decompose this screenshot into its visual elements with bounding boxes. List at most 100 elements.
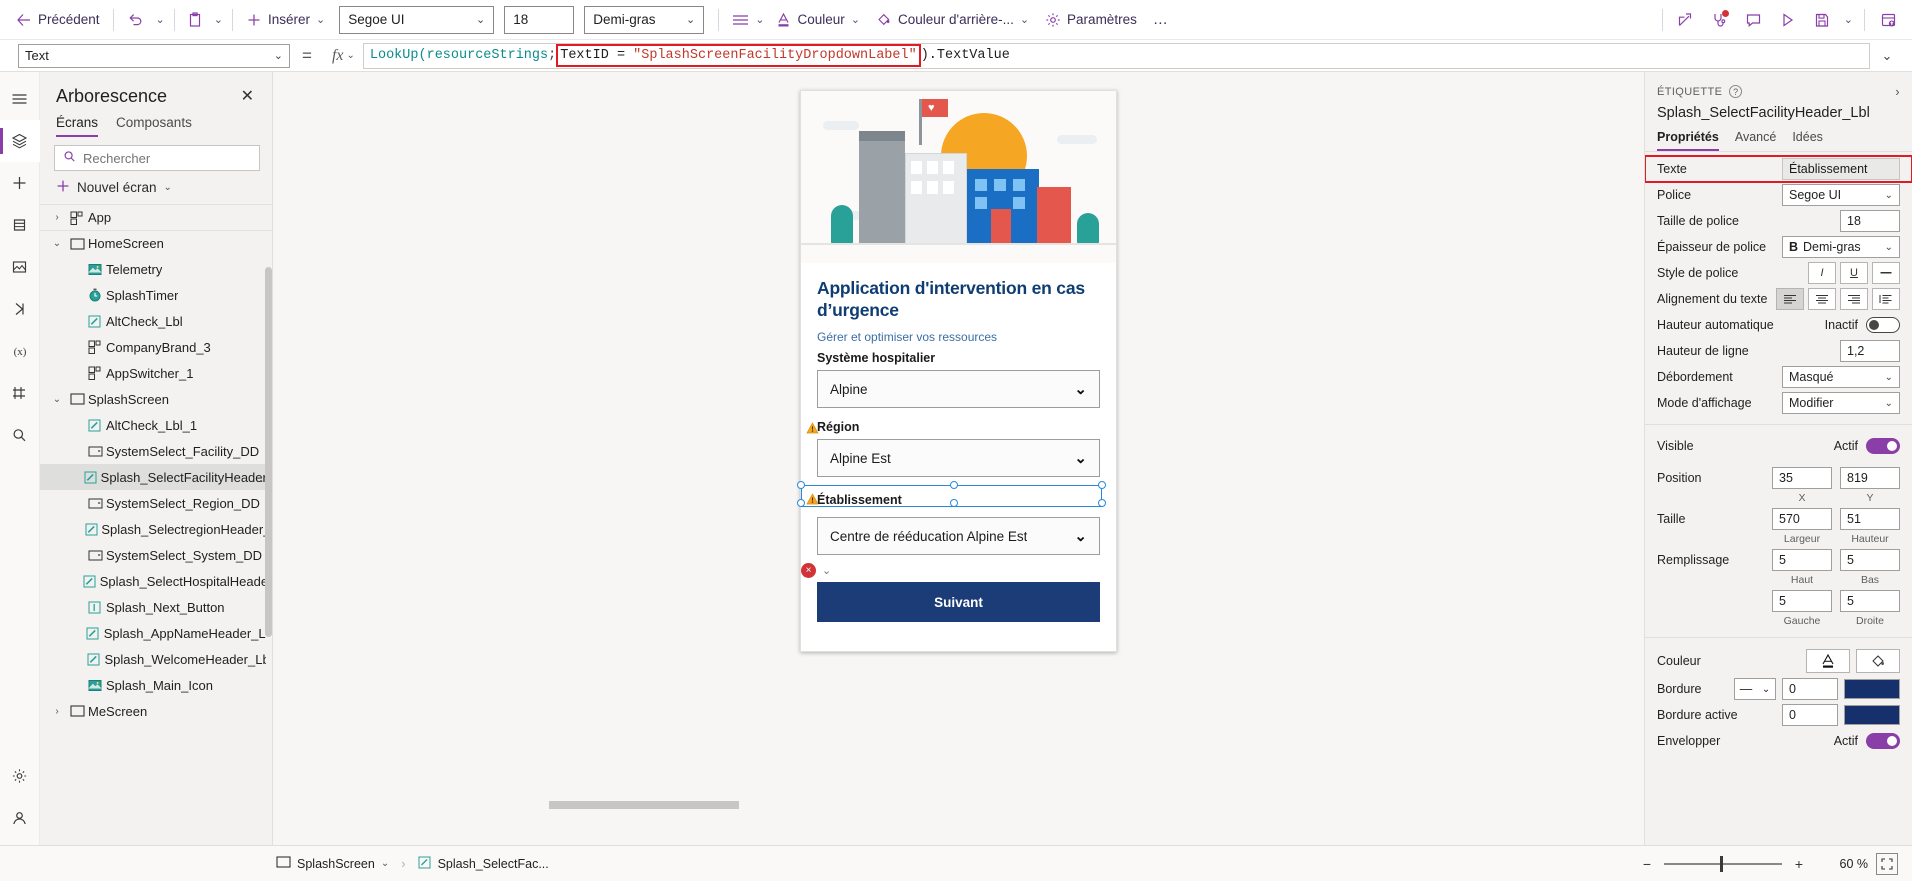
tab-composants[interactable]: Composants — [116, 115, 192, 137]
tree-item-telemetry[interactable]: Telemetry — [40, 256, 272, 282]
chevron-down-icon[interactable]: ⌄ — [822, 564, 831, 577]
dropdown-region[interactable]: Alpine Est ⌄ — [817, 439, 1100, 477]
tree-item-altcheck-lbl-1[interactable]: AltCheck_Lbl_1 — [40, 412, 272, 438]
border-active-width-input[interactable]: 0 — [1782, 704, 1838, 726]
align-justify-icon[interactable] — [1872, 288, 1900, 310]
formula-expand-button[interactable]: ⌄ — [1870, 48, 1904, 64]
tree-item-companybrand-3[interactable]: CompanyBrand_3 — [40, 334, 272, 360]
resize-handle-bl[interactable] — [797, 499, 805, 507]
tree-item-splashscreen[interactable]: ⌄ SplashScreen — [40, 386, 272, 412]
tree-item-homescreen[interactable]: ⌄ HomeScreen — [40, 230, 272, 256]
zoom-slider[interactable] — [1664, 855, 1782, 872]
property-font-select[interactable]: Segoe UI ⌄ — [1782, 184, 1900, 206]
fit-screen-icon[interactable] — [1876, 852, 1898, 875]
padding-top-input[interactable]: 5 — [1772, 549, 1832, 571]
resize-handle-tc[interactable] — [950, 481, 958, 489]
tree-item-systemselect-facility-dd[interactable]: SystemSelect_Facility_DD — [40, 438, 272, 464]
property-text-value[interactable]: Établissement — [1782, 158, 1900, 180]
overflow-button[interactable]: … — [1145, 5, 1177, 35]
chevron-right-icon[interactable]: › — [48, 212, 66, 223]
canvas-scrollbar-thumb[interactable] — [549, 801, 739, 809]
size-width-input[interactable]: 570 — [1772, 508, 1832, 530]
rail-item-variables[interactable]: (x) — [0, 330, 40, 372]
publish-icon[interactable] — [1872, 5, 1904, 35]
chevron-down-icon[interactable]: ⌄ — [381, 858, 389, 869]
rail-item-data[interactable] — [0, 204, 40, 246]
canvas-horizontal-scrollbar[interactable] — [549, 801, 1372, 809]
rail-item-tree-view[interactable] — [0, 120, 40, 162]
zoom-in-button[interactable]: + — [1790, 856, 1808, 872]
breadcrumb-screen[interactable]: SplashScreen ⌄ — [268, 853, 397, 874]
property-font-size-value[interactable]: 18 — [1840, 210, 1900, 232]
tree-item-splash-selectregionheader-lbl[interactable]: Splash_SelectregionHeader_Lbl — [40, 516, 272, 542]
border-style-select[interactable]: — ⌄ — [1734, 678, 1776, 700]
resize-handle-tr[interactable] — [1098, 481, 1106, 489]
property-font-weight-select[interactable]: B Demi-gras ⌄ — [1782, 236, 1900, 258]
strikethrough-icon[interactable]: — — [1872, 262, 1900, 284]
property-select[interactable]: Text ⌄ — [18, 43, 290, 68]
preview-play-icon[interactable] — [1772, 5, 1804, 35]
wrap-toggle[interactable] — [1866, 733, 1900, 749]
text-color-icon[interactable] — [1806, 649, 1850, 673]
save-icon[interactable] — [1806, 5, 1838, 35]
chevron-right-icon[interactable]: › — [1895, 84, 1900, 99]
border-active-color-swatch[interactable] — [1844, 705, 1900, 725]
fill-color-icon[interactable] — [1856, 649, 1900, 673]
new-screen-button[interactable]: Nouvel écran ⌄ — [40, 175, 272, 204]
border-width-input[interactable]: 0 — [1782, 678, 1838, 700]
app-screen-preview[interactable]: ♥ Application d'intervention en cas d’ur… — [797, 90, 1117, 652]
property-line-height-value[interactable]: 1,2 — [1840, 340, 1900, 362]
font-weight-select[interactable]: Demi-gras ⌄ — [584, 5, 705, 34]
zoom-slider-handle[interactable] — [1720, 855, 1723, 872]
chevron-right-icon[interactable]: › — [48, 706, 66, 717]
undo-button[interactable] — [119, 5, 152, 35]
tree-item-altcheck-lbl[interactable]: AltCheck_Lbl — [40, 308, 272, 334]
rail-item-insert[interactable] — [0, 162, 40, 204]
breadcrumb-control[interactable]: Splash_SelectFac... — [410, 853, 557, 875]
rail-item-settings[interactable] — [0, 755, 40, 797]
underline-icon[interactable]: U — [1840, 262, 1868, 284]
close-icon[interactable]: ✕ — [237, 87, 258, 107]
tree-item-splash-selectfacilityheader-lbl[interactable]: Splash_SelectFacilityHeader_Lbl… — [40, 464, 272, 490]
insert-button[interactable]: Insérer ⌄ — [238, 5, 333, 35]
tab-proprietes[interactable]: Propriétés — [1657, 130, 1719, 151]
rail-item-media[interactable] — [0, 246, 40, 288]
comments-icon[interactable] — [1738, 5, 1770, 35]
position-x-input[interactable]: 35 — [1772, 467, 1832, 489]
resize-handle-tl[interactable] — [797, 481, 805, 489]
formula-input[interactable]: LookUp(resourceStrings; TextID = "Splash… — [362, 42, 1870, 69]
align-left-icon[interactable] — [1776, 288, 1804, 310]
property-overflow-select[interactable]: Masqué ⌄ — [1782, 366, 1900, 388]
tree-item-systemselect-system-dd[interactable]: SystemSelect_System_DD — [40, 542, 272, 568]
border-color-swatch[interactable] — [1844, 679, 1900, 699]
chevron-down-icon[interactable]: ⌄ — [48, 394, 66, 405]
error-badge[interactable]: × — [801, 563, 816, 578]
search-input[interactable] — [83, 150, 259, 166]
tree-item-appswitcher-1[interactable]: AppSwitcher_1 — [40, 360, 272, 386]
align-center-icon[interactable] — [1808, 288, 1836, 310]
text-color-button[interactable]: Couleur ⌄ — [768, 5, 868, 35]
tab-idees[interactable]: Idées — [1792, 130, 1823, 151]
tree-item-splash-next-button[interactable]: Splash_Next_Button — [40, 594, 272, 620]
padding-left-input[interactable]: 5 — [1772, 590, 1832, 612]
rail-item-components[interactable] — [0, 372, 40, 414]
tree-item-splash-main-icon[interactable]: Splash_Main_Icon — [40, 672, 272, 698]
tree-item-systemselect-region-dd[interactable]: SystemSelect_Region_DD — [40, 490, 272, 516]
back-button[interactable]: Précédent — [8, 5, 108, 35]
fill-color-button[interactable]: Couleur d'arrière-... ⌄ — [868, 5, 1037, 35]
tree-item-splash-appnameheader-lbl[interactable]: Splash_AppNameHeader_Lbl — [40, 620, 272, 646]
rail-item-menu[interactable] — [0, 78, 40, 120]
tab-avance[interactable]: Avancé — [1735, 130, 1776, 151]
rail-item-search[interactable] — [0, 414, 40, 456]
tree-item-more-icon[interactable]: … — [251, 470, 265, 485]
tab-ecrans[interactable]: Écrans — [56, 115, 99, 137]
size-height-input[interactable]: 51 — [1840, 508, 1900, 530]
auto-height-toggle[interactable] — [1866, 317, 1900, 333]
text-align-dropdown[interactable]: ⌄ — [751, 5, 768, 35]
padding-right-input[interactable]: 5 — [1840, 590, 1900, 612]
tree-item-splash-selecthospitalheader-lbl[interactable]: Splash_SelectHospitalHeader_Lbl — [40, 568, 272, 594]
text-align-button[interactable] — [724, 5, 751, 35]
property-display-mode-select[interactable]: Modifier ⌄ — [1782, 392, 1900, 414]
save-dropdown-icon[interactable]: ⌄ — [1840, 5, 1857, 35]
dropdown-system[interactable]: Alpine ⌄ — [817, 370, 1100, 408]
